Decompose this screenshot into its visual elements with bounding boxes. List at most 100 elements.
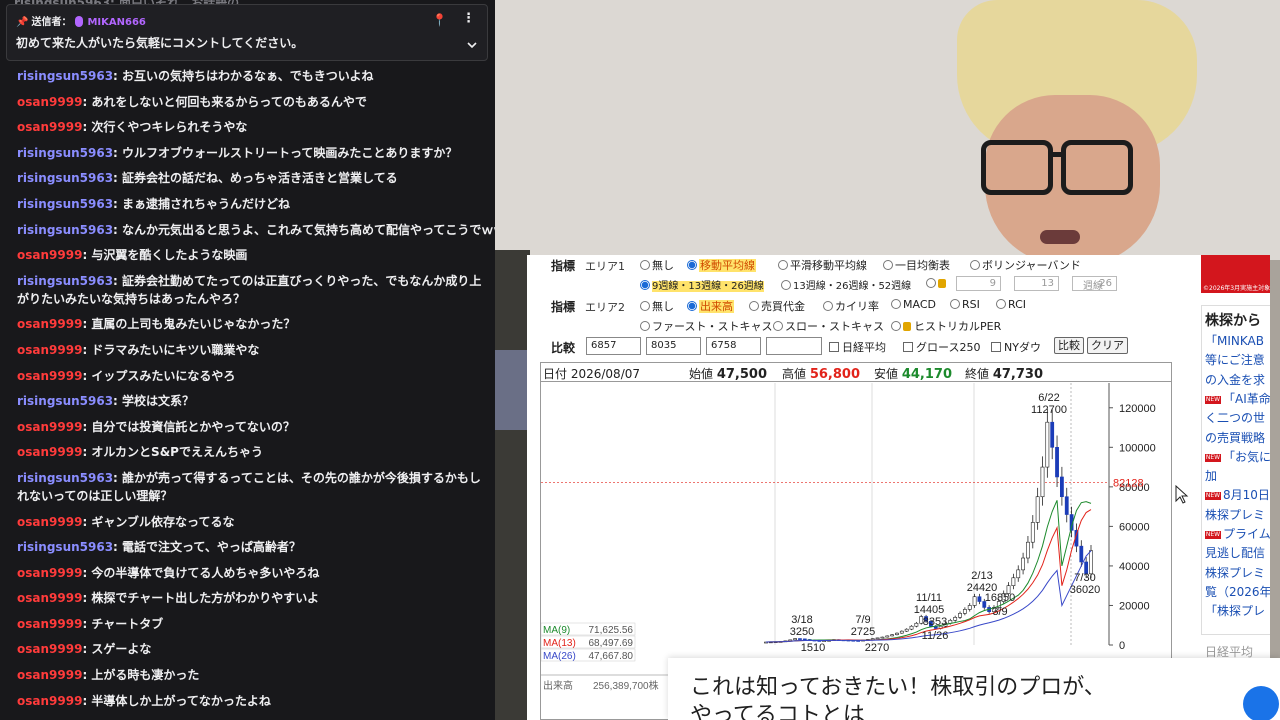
clear-button[interactable]: クリア bbox=[1087, 337, 1128, 354]
news-item[interactable]: NEW プライム bbox=[1205, 525, 1270, 542]
area2-option[interactable]: 無し bbox=[640, 298, 674, 314]
news-item[interactable]: 「MINKAB bbox=[1205, 332, 1264, 349]
chat-username[interactable]: osan9999 bbox=[17, 566, 82, 580]
checkbox[interactable] bbox=[991, 342, 1001, 352]
area1-option[interactable]: 平滑移動平均線 bbox=[778, 257, 867, 273]
area2-option[interactable]: RSI bbox=[950, 298, 980, 311]
area2-option[interactable]: カイリ率 bbox=[823, 298, 879, 314]
chevron-down-icon[interactable] bbox=[467, 35, 477, 49]
chat-username[interactable]: osan9999 bbox=[17, 369, 82, 383]
news-item[interactable]: く二つの世 bbox=[1205, 409, 1265, 426]
radio-button[interactable] bbox=[970, 260, 980, 270]
chat-username[interactable]: osan9999 bbox=[17, 420, 82, 434]
chat-username[interactable]: osan9999 bbox=[17, 642, 82, 656]
area1-option[interactable]: 移動平均線 bbox=[687, 257, 756, 273]
radio-button[interactable] bbox=[749, 301, 759, 311]
area2-option[interactable]: 売買代金 bbox=[749, 298, 805, 314]
radio-button[interactable] bbox=[687, 301, 697, 311]
compare-index-checkbox[interactable]: 日経平均 bbox=[829, 339, 886, 355]
radio-button[interactable] bbox=[640, 280, 650, 290]
chat-username[interactable]: osan9999 bbox=[17, 694, 82, 708]
ad-action-button[interactable] bbox=[1243, 686, 1279, 720]
chat-username[interactable]: risingsun5963 bbox=[17, 197, 113, 211]
chat-username[interactable]: risingsun5963 bbox=[17, 394, 113, 408]
custom-ma-input[interactable]: 13 bbox=[1014, 276, 1059, 291]
option-label: RSI bbox=[962, 298, 980, 311]
radio-button[interactable] bbox=[823, 301, 833, 311]
radio-button[interactable] bbox=[640, 321, 650, 331]
custom-ma-option[interactable] bbox=[926, 277, 949, 290]
news-item[interactable]: NEW 8月10日 bbox=[1205, 486, 1270, 503]
compare-button[interactable]: 比較 bbox=[1054, 337, 1084, 354]
chat-username[interactable]: risingsun5963 bbox=[17, 146, 113, 160]
area2-option[interactable]: RCI bbox=[996, 298, 1026, 311]
radio-button[interactable] bbox=[996, 299, 1006, 309]
chat-message-text: : 半導体しか上がってなかったよね bbox=[82, 693, 271, 708]
custom-ma-input[interactable]: 9 bbox=[956, 276, 1001, 291]
radio-button[interactable] bbox=[891, 321, 901, 331]
area2-option[interactable]: スロー・ストキャス bbox=[773, 318, 884, 334]
area2-option[interactable]: MACD bbox=[891, 298, 936, 311]
compare-code-input[interactable]: 8035 bbox=[646, 337, 701, 355]
area1-option[interactable]: 無し bbox=[640, 257, 674, 273]
compare-code-input[interactable]: 6857 bbox=[586, 337, 641, 355]
chat-username[interactable]: osan9999 bbox=[17, 591, 82, 605]
chat-username[interactable]: risingsun5963 bbox=[17, 69, 113, 83]
chat-username[interactable]: risingsun5963 bbox=[17, 171, 113, 185]
news-item[interactable]: 株探プレミ bbox=[1205, 506, 1265, 523]
chat-username[interactable]: risingsun5963 bbox=[17, 274, 113, 288]
chat-username[interactable]: risingsun5963 bbox=[17, 223, 113, 237]
news-item[interactable]: の入金を求 bbox=[1205, 371, 1265, 388]
annotation-date: 6/22 bbox=[1038, 392, 1059, 404]
chat-username[interactable]: osan9999 bbox=[17, 343, 82, 357]
ma-set-option[interactable]: 9週線・13週線・26週線 bbox=[640, 277, 764, 292]
news-item[interactable]: NEW 「お気に bbox=[1205, 448, 1270, 465]
chat-username[interactable]: osan9999 bbox=[17, 617, 82, 631]
area2-option[interactable]: 出来高 bbox=[687, 298, 734, 314]
chat-username[interactable]: risingsun5963 bbox=[17, 471, 113, 485]
compare-code-input[interactable]: 6758 bbox=[706, 337, 761, 355]
annotation-date: 7/30 bbox=[1074, 572, 1095, 584]
radio-button[interactable] bbox=[950, 299, 960, 309]
chat-username[interactable]: osan9999 bbox=[17, 445, 82, 459]
radio-button[interactable] bbox=[781, 280, 791, 290]
chat-username[interactable]: osan9999 bbox=[17, 120, 82, 134]
area2-option[interactable]: ファースト・ストキャス bbox=[640, 318, 772, 334]
area2-option[interactable]: ヒストリカルPER bbox=[891, 318, 1001, 334]
new-badge: NEW bbox=[1205, 492, 1221, 501]
area1-option[interactable]: ボリンジャーバンド bbox=[970, 257, 1081, 273]
more-vertical-icon[interactable]: ⋮ bbox=[462, 11, 475, 26]
chat-username[interactable]: osan9999 bbox=[17, 668, 82, 682]
news-item[interactable]: 株探プレミ bbox=[1205, 564, 1265, 581]
ad-banner[interactable]: これは知っておきたい！株取引のプロが、 やってるコトとは bbox=[668, 658, 1280, 720]
compare-index-checkbox[interactable]: グロース250 bbox=[903, 339, 980, 355]
compare-code-input[interactable] bbox=[766, 337, 822, 355]
chat-username[interactable]: osan9999 bbox=[17, 248, 82, 262]
chat-username[interactable]: osan9999 bbox=[17, 317, 82, 331]
radio-button[interactable] bbox=[926, 278, 936, 288]
chat-username[interactable]: risingsun5963 bbox=[17, 540, 113, 554]
news-item[interactable]: 「株探プレ bbox=[1205, 602, 1265, 619]
news-item[interactable]: 等にご注意 bbox=[1205, 351, 1265, 368]
pin-icon[interactable]: 📍 bbox=[432, 13, 447, 27]
radio-button[interactable] bbox=[778, 260, 788, 270]
radio-button[interactable] bbox=[891, 299, 901, 309]
area1-option[interactable]: 一目均衡表 bbox=[883, 257, 950, 273]
checkbox[interactable] bbox=[903, 342, 913, 352]
news-item[interactable]: 見逃し配信 bbox=[1205, 544, 1265, 561]
ma-set-option[interactable]: 13週線・26週線・52週線 bbox=[781, 277, 911, 292]
radio-button[interactable] bbox=[773, 321, 783, 331]
news-item[interactable]: 覧（2026年 bbox=[1205, 583, 1270, 600]
checkbox[interactable] bbox=[829, 342, 839, 352]
radio-button[interactable] bbox=[883, 260, 893, 270]
news-item[interactable]: NEW 「AI革命 bbox=[1205, 390, 1270, 407]
chat-username[interactable]: osan9999 bbox=[17, 515, 82, 529]
radio-button[interactable] bbox=[687, 260, 697, 270]
pinned-sender-name[interactable]: MIKAN666 bbox=[87, 17, 145, 28]
compare-index-checkbox[interactable]: NYダウ bbox=[991, 339, 1041, 355]
chat-username[interactable]: osan9999 bbox=[17, 95, 82, 109]
radio-button[interactable] bbox=[640, 301, 650, 311]
radio-button[interactable] bbox=[640, 260, 650, 270]
news-item[interactable]: の売買戦略 bbox=[1205, 429, 1265, 446]
news-item[interactable]: 加 bbox=[1205, 467, 1217, 484]
